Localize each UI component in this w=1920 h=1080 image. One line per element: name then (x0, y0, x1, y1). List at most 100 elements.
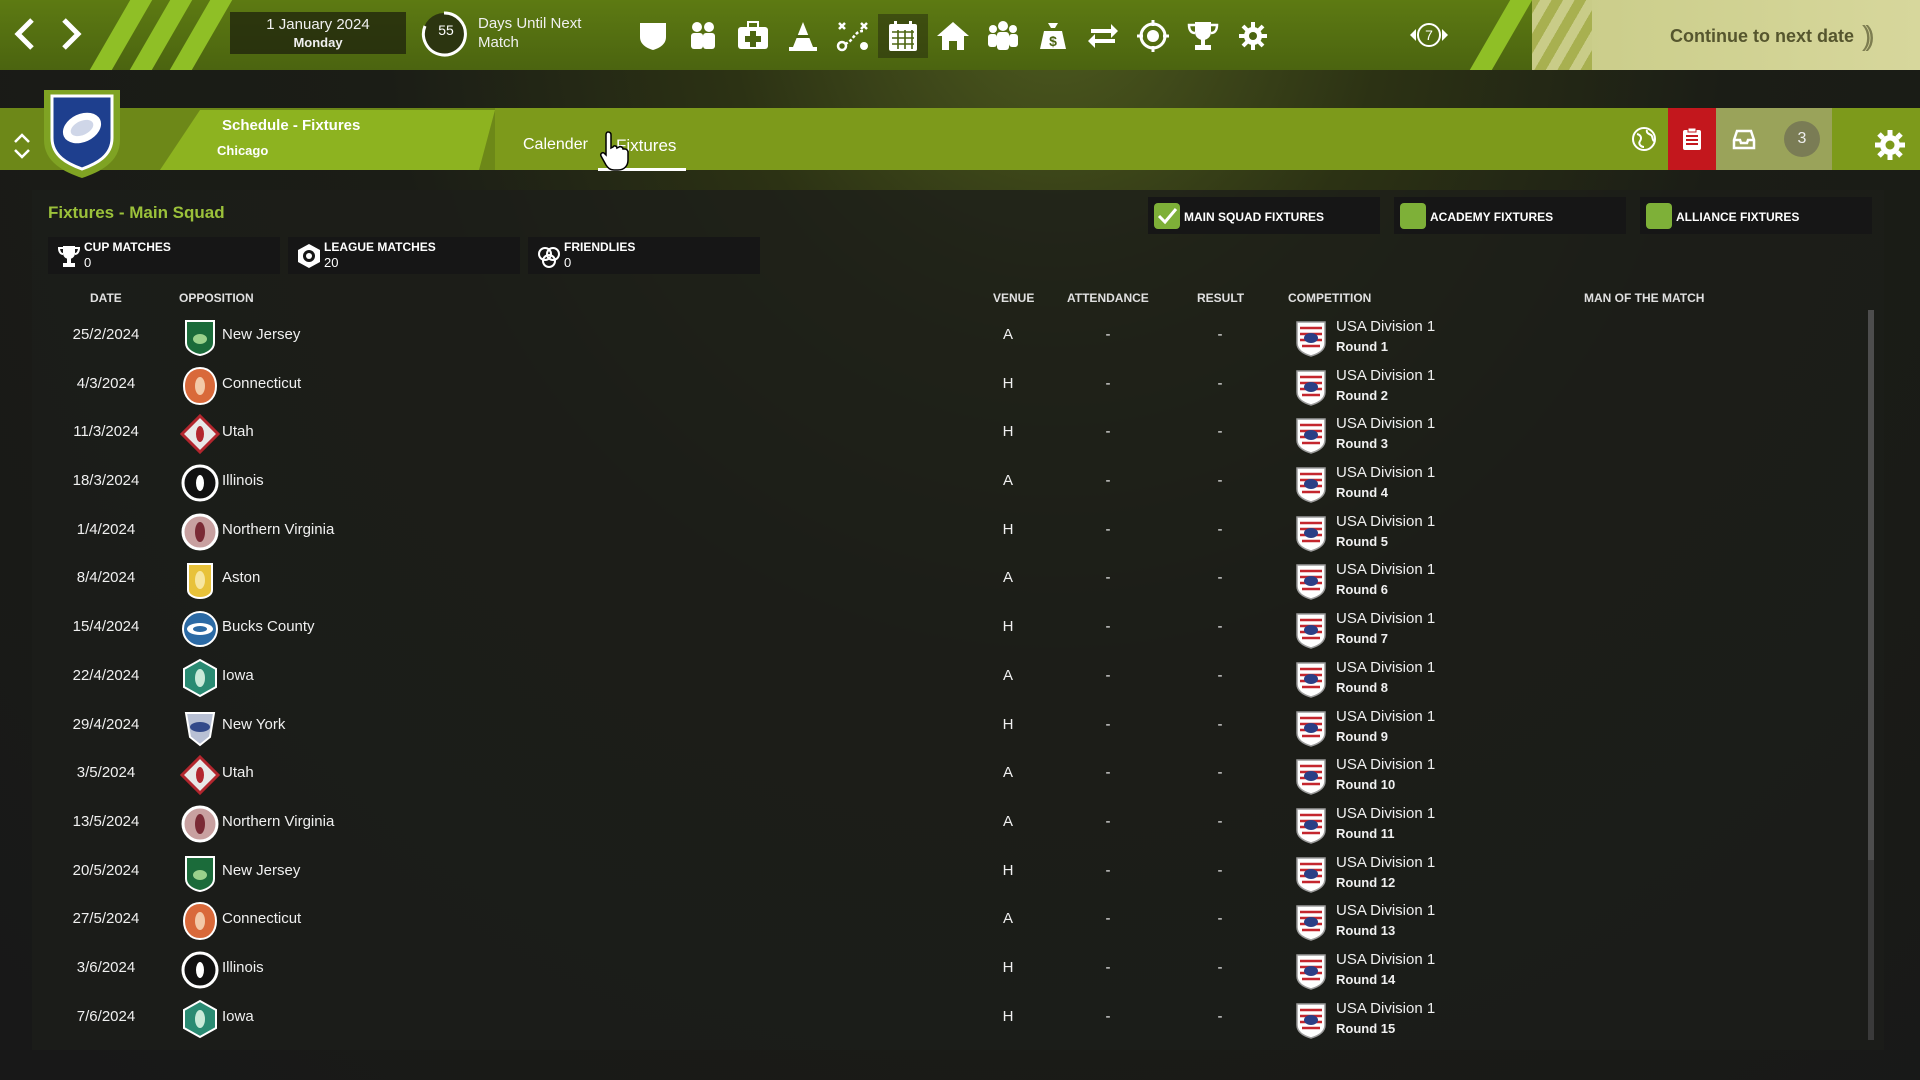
opposition-name[interactable]: Connecticut (222, 364, 301, 412)
finance-icon[interactable]: $ (1028, 14, 1078, 58)
opposition-name[interactable]: Northern Virginia (222, 802, 334, 850)
opposition-name[interactable]: New Jersey (222, 851, 300, 899)
notifications-counter-icon[interactable]: 7 (1406, 16, 1452, 54)
col-header-attendance[interactable]: ATTENDANCE (1067, 291, 1149, 305)
competition-crest-icon (1294, 806, 1330, 854)
checkbox-checked[interactable] (1154, 203, 1180, 229)
home-icon[interactable] (928, 14, 978, 58)
shield-icon[interactable] (628, 14, 678, 58)
panel-title: Fixtures - Main Squad (48, 203, 225, 222)
opposition-name[interactable]: New York (222, 705, 285, 753)
opposition-name[interactable]: New Jersey (222, 315, 300, 363)
table-row[interactable]: 27/5/2024 Connecticut A - - USA Division 1 Rou… (48, 899, 1858, 948)
table-row[interactable]: 8/4/2024 Aston A - - USA Division 1 Round 6 (48, 558, 1858, 607)
gear-icon[interactable] (1873, 128, 1907, 162)
col-header-opposition[interactable]: OPPOSITION (179, 291, 254, 305)
back-arrow-icon[interactable] (8, 12, 44, 56)
table-row[interactable]: 13/5/2024 Northern Virginia A - - USA Divisio… (48, 802, 1858, 851)
team-crest-icon (180, 560, 220, 608)
fixture-date: 22/4/2024 (72, 666, 140, 684)
checkbox-unchecked[interactable] (1400, 203, 1426, 229)
table-row[interactable]: 3/5/2024 Utah A - - USA Division 1 Round 10 (48, 753, 1858, 802)
filter-academy[interactable]: ACADEMY FIXTURES (1394, 197, 1626, 234)
main-nav-icons: $ (628, 14, 1278, 58)
table-row[interactable]: 11/3/2024 Utah H - - USA Division 1 Round 3 (48, 412, 1858, 461)
col-header-man-of-the-match[interactable]: MAN OF THE MATCH (1584, 291, 1704, 305)
venue: H (1002, 861, 1014, 879)
team-switch-icon[interactable] (10, 130, 34, 162)
tab-bar: Calender Fixtures (505, 122, 687, 171)
venue: A (1002, 472, 1013, 490)
col-header-date[interactable]: DATE (90, 291, 122, 305)
opposition-name[interactable]: Illinois (222, 461, 264, 509)
training-cone-icon[interactable] (778, 14, 828, 58)
col-header-result[interactable]: RESULT (1197, 291, 1244, 305)
continue-label[interactable]: Continue to next date (1670, 26, 1854, 47)
competition-round: Round 2 (1336, 387, 1388, 403)
team-crest-icon (179, 414, 221, 462)
attendance: - (1105, 326, 1111, 343)
competition: USA Division 1 Round 2 (1336, 366, 1435, 414)
tab-calender[interactable]: Calender (505, 122, 598, 168)
opposition-name[interactable]: Northern Virginia (222, 510, 334, 558)
medical-icon[interactable] (728, 14, 778, 58)
opposition-name[interactable]: Iowa (222, 997, 254, 1045)
competition: USA Division 1 Round 6 (1336, 560, 1435, 608)
fixture-date: 13/5/2024 (72, 812, 140, 830)
opposition-name[interactable]: Connecticut (222, 899, 301, 947)
checkbox-unchecked[interactable] (1646, 203, 1672, 229)
clipboard-icon[interactable] (1668, 108, 1716, 170)
attendance: - (1105, 520, 1111, 538)
opposition-name[interactable]: Aston (222, 558, 260, 606)
tactics-icon[interactable] (828, 14, 878, 58)
inbox-count-wrap[interactable]: 3 (1772, 108, 1832, 170)
opposition-name[interactable]: Bucks County (222, 607, 315, 655)
table-row[interactable]: 29/4/2024 New York H - - USA Division 1 Round … (48, 705, 1858, 754)
competition: USA Division 1 Round 7 (1336, 609, 1435, 657)
inbox-icon[interactable] (1716, 108, 1772, 170)
filter-alliance[interactable]: ALLIANCE FIXTURES (1640, 197, 1872, 234)
table-row[interactable]: 20/5/2024 New Jersey H - - USA Division 1 Roun… (48, 851, 1858, 900)
squad-icon[interactable] (678, 14, 728, 58)
svg-text:$: $ (1049, 33, 1057, 49)
opposition-name[interactable]: Iowa (222, 656, 254, 704)
competition-crest-icon (1294, 611, 1330, 659)
competition-round: Round 5 (1336, 533, 1388, 549)
calendar-icon[interactable] (878, 14, 928, 58)
filter-main-squad[interactable]: MAIN SQUAD FIXTURES (1148, 197, 1380, 234)
table-row[interactable]: 25/2/2024 New Jersey A - - USA Division 1 Roun… (48, 315, 1858, 364)
stat-label: CUP MATCHES (84, 240, 171, 254)
scouting-icon[interactable] (1128, 14, 1178, 58)
col-header-venue[interactable]: VENUE (993, 291, 1034, 305)
competition: USA Division 1 Round 10 (1336, 755, 1435, 803)
scrollbar-thumb[interactable] (1868, 310, 1874, 860)
table-row[interactable]: 22/4/2024 Iowa A - - USA Division 1 Round 8 (48, 656, 1858, 705)
table-row[interactable]: 4/3/2024 Connecticut H - - USA Division 1 Roun… (48, 364, 1858, 413)
forward-arrow-icon[interactable] (52, 12, 88, 56)
opposition-name[interactable]: Illinois (222, 948, 264, 996)
attendance: - (1105, 569, 1111, 587)
fixture-date: 18/3/2024 (72, 472, 140, 490)
settings-cogs-icon[interactable] (1228, 14, 1278, 58)
team-crest-icon (180, 658, 220, 706)
competition-crest-icon (1294, 319, 1330, 367)
world-icon[interactable] (1620, 108, 1668, 170)
filter-label: ALLIANCE FIXTURES (1676, 210, 1800, 224)
opposition-name[interactable]: Utah (222, 753, 254, 801)
transfers-icon[interactable] (1078, 14, 1128, 58)
table-row[interactable]: 3/6/2024 Illinois H - - USA Division 1 Round 1… (48, 948, 1858, 997)
result: - (1217, 326, 1223, 343)
result: - (1217, 958, 1223, 976)
col-header-competition[interactable]: COMPETITION (1288, 291, 1371, 305)
staff-icon[interactable] (978, 14, 1028, 58)
club-crest-icon[interactable] (36, 82, 128, 180)
trophy-icon[interactable] (1178, 14, 1228, 58)
table-row[interactable]: 1/4/2024 Northern Virginia H - - USA Division… (48, 510, 1858, 559)
competition-round: Round 8 (1336, 679, 1388, 695)
table-row[interactable]: 18/3/2024 Illinois A - - USA Division 1 Round … (48, 461, 1858, 510)
table-row[interactable]: 15/4/2024 Bucks County H - - USA Division 1 Ro… (48, 607, 1858, 656)
continue-chevron-icon[interactable]: )) (1862, 20, 1874, 52)
table-row[interactable]: 7/6/2024 Iowa H - - USA Division 1 Round 15 (48, 997, 1858, 1046)
fixture-date: 1/4/2024 (76, 520, 136, 538)
opposition-name[interactable]: Utah (222, 412, 254, 460)
